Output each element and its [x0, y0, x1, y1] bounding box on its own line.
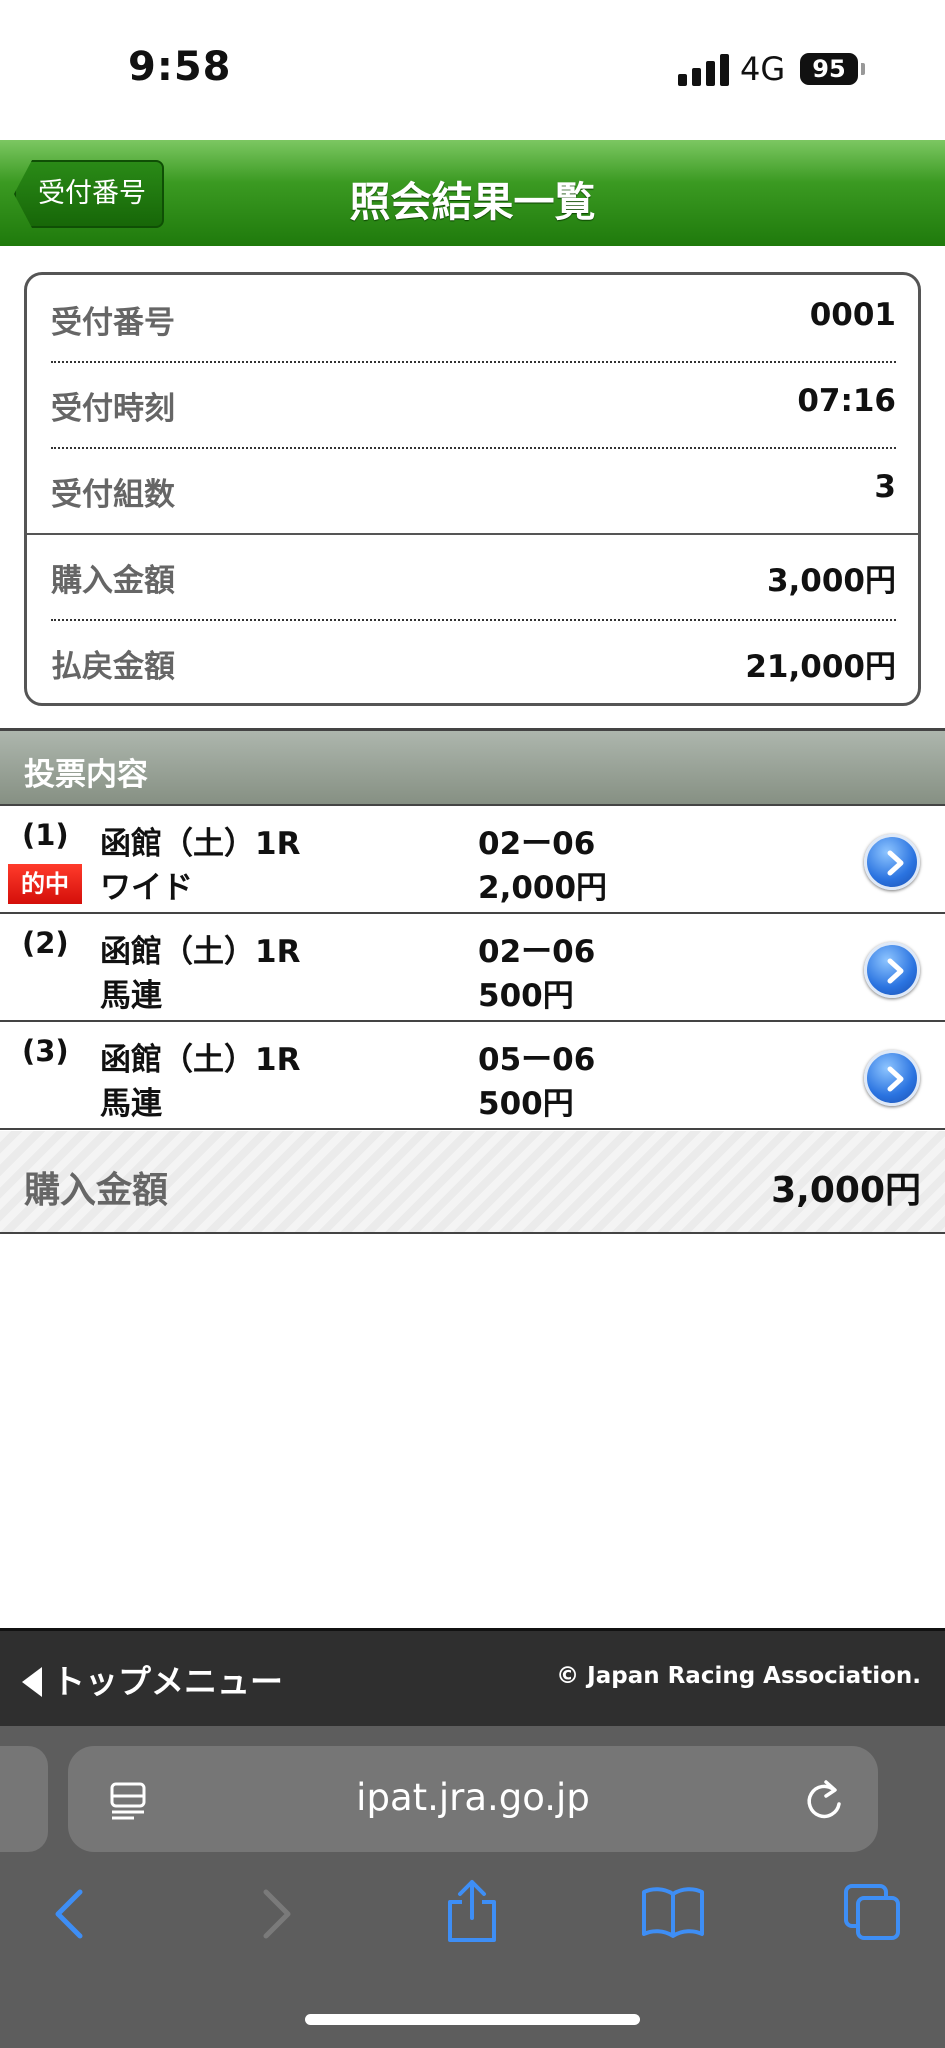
vote-combination: 05ー06 — [478, 1042, 596, 1078]
top-menu-label: トップメニュー — [52, 1662, 283, 1701]
vote-amount: 500円 — [478, 978, 574, 1014]
summary-value: 3,000円 — [766, 563, 896, 599]
vote-row[interactable]: (2) 函館（土）1R 馬連 02ー06 500円 — [0, 914, 945, 1022]
summary-label: 受付組数 — [51, 477, 175, 513]
vote-index: (3) — [22, 1034, 69, 1068]
status-time: 9:58 — [128, 44, 232, 90]
vote-combination: 02ー06 — [478, 934, 596, 970]
vote-amount: 2,000円 — [478, 870, 608, 906]
summary-row-payout-amount: 払戻金額 21,000円 — [51, 619, 896, 705]
summary-value: 07:16 — [797, 383, 896, 419]
summary-label: 払戻金額 — [51, 649, 175, 685]
summary-value: 0001 — [809, 297, 896, 333]
vote-bet-type: 馬連 — [100, 1086, 162, 1122]
summary-label: 受付番号 — [51, 305, 175, 341]
bookmarks-icon[interactable] — [640, 1884, 706, 1940]
share-icon[interactable] — [444, 1878, 500, 1944]
summary-value: 21,000円 — [745, 649, 896, 685]
previous-tab[interactable] — [0, 1746, 48, 1852]
vote-row[interactable]: (1) 的中 函館（土）1R ワイド 02ー06 2,000円 — [0, 806, 945, 914]
address-bar[interactable]: ipat.jra.go.jp — [68, 1746, 878, 1852]
vote-index: (2) — [22, 926, 69, 960]
summary-row-receipt-number: 受付番号 0001 — [51, 275, 896, 361]
chevron-right-icon[interactable] — [864, 942, 920, 998]
battery-icon: 95 — [800, 53, 858, 85]
vote-race: 函館（土）1R — [100, 1042, 301, 1078]
summary-row-purchase-amount: 購入金額 3,000円 — [51, 533, 896, 619]
triangle-left-icon — [22, 1667, 42, 1697]
summary-row-set-count: 受付組数 3 — [51, 447, 896, 533]
vote-race: 函館（土）1R — [100, 826, 301, 862]
summary-label: 受付時刻 — [51, 391, 175, 427]
total-bar: 購入金額 3,000円 — [0, 1131, 945, 1234]
status-bar: 9:58 4G 95 — [0, 0, 945, 140]
summary-row-receipt-time: 受付時刻 07:16 — [51, 361, 896, 447]
reload-icon[interactable] — [804, 1778, 844, 1822]
top-menu-link[interactable]: トップメニュー — [22, 1655, 283, 1703]
total-value: 3,000円 — [771, 1170, 921, 1211]
vote-bet-type: ワイド — [100, 870, 193, 906]
total-label: 購入金額 — [24, 1170, 169, 1211]
forward-nav-icon[interactable] — [256, 1886, 296, 1942]
vote-row[interactable]: (3) 函館（土）1R 馬連 05ー06 500円 — [0, 1022, 945, 1130]
browser-toolbar: ipat.jra.go.jp — [0, 1726, 945, 2048]
tabs-icon[interactable] — [842, 1882, 902, 1942]
url-text: ipat.jra.go.jp — [356, 1776, 590, 1819]
app-header: 受付番号 照会結果一覧 — [0, 140, 945, 246]
page-title: 照会結果一覧 — [349, 178, 596, 226]
vote-index: (1) — [22, 818, 69, 852]
vote-bet-type: 馬連 — [100, 978, 162, 1014]
section-title: 投票内容 — [24, 757, 148, 793]
network-label: 4G — [740, 50, 786, 88]
chevron-right-icon[interactable] — [864, 1050, 920, 1106]
back-nav-icon[interactable] — [50, 1886, 90, 1942]
summary-value: 3 — [874, 469, 896, 505]
footer-bar: トップメニュー © Japan Racing Association. — [0, 1628, 945, 1726]
vote-amount: 500円 — [478, 1086, 574, 1122]
chevron-right-icon[interactable] — [864, 834, 920, 890]
home-indicator — [305, 2014, 640, 2025]
battery-nub — [861, 63, 865, 75]
summary-label: 購入金額 — [51, 563, 175, 599]
signal-icon — [678, 54, 730, 86]
hit-badge: 的中 — [8, 864, 82, 904]
copyright: © Japan Racing Association. — [556, 1663, 921, 1689]
vote-combination: 02ー06 — [478, 826, 596, 862]
summary-card: 受付番号 0001 受付時刻 07:16 受付組数 3 購入金額 3,000円 … — [24, 272, 921, 706]
vote-race: 函館（土）1R — [100, 934, 301, 970]
section-header-votes: 投票内容 — [0, 728, 945, 806]
